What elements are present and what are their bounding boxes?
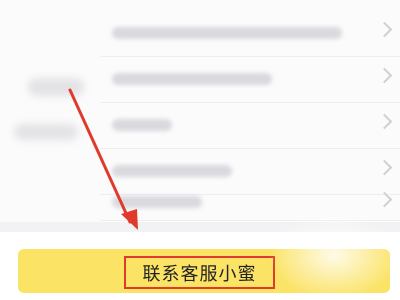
arrow-shaft	[68, 88, 132, 224]
screen: 联系客服小蜜	[0, 0, 400, 300]
arrow-head	[121, 209, 138, 230]
pointer-arrow	[68, 88, 138, 230]
